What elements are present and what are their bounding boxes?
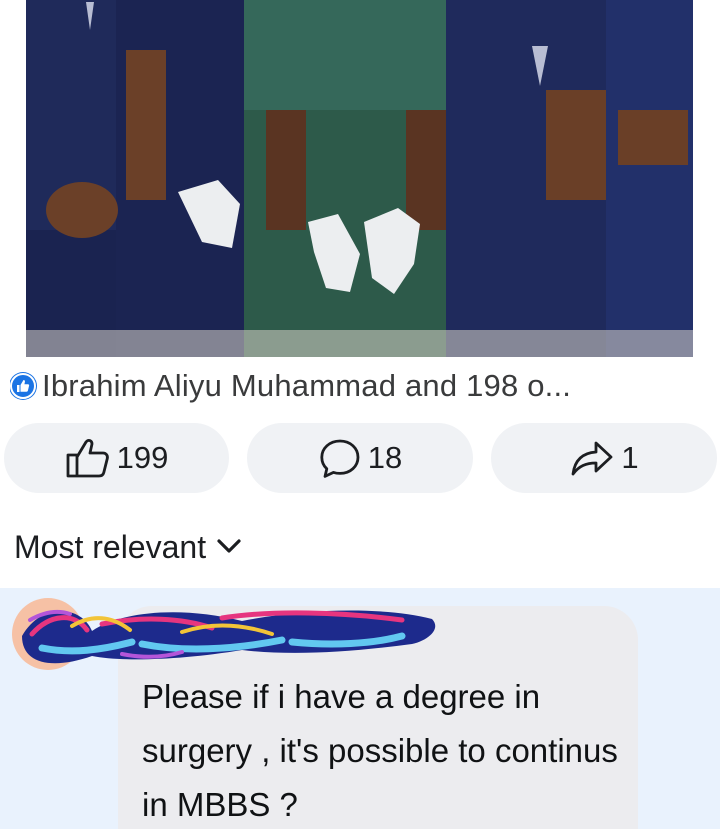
comment-bubble-icon (320, 439, 360, 478)
sort-label: Most relevant (14, 528, 207, 565)
post-photo[interactable] (26, 0, 693, 357)
reactions-summary[interactable]: Ibrahim Aliyu Muhammad and 198 o... (10, 366, 715, 406)
comment-button[interactable]: 18 (247, 423, 473, 493)
comment-text: Please if i have a degree in surgery , i… (142, 678, 618, 823)
comment-count: 18 (367, 440, 403, 475)
action-bar: 199 18 1 (0, 423, 720, 495)
share-arrow-icon (571, 441, 613, 476)
share-count: 1 (621, 440, 639, 475)
comment-item: Please if i have a degree in surgery , i… (0, 588, 720, 829)
redaction-scribble (22, 610, 436, 664)
post-photo-art (26, 0, 693, 357)
share-button[interactable]: 1 (491, 423, 717, 493)
like-badge-icon (10, 373, 36, 399)
comment-sort-dropdown[interactable]: Most relevant (14, 527, 242, 567)
chevron-down-icon (217, 539, 241, 553)
reactors-text[interactable]: Ibrahim Aliyu Muhammad and 198 o... (42, 368, 571, 404)
thumbs-up-icon (66, 439, 109, 478)
like-button[interactable]: 199 (4, 423, 229, 493)
like-count: 199 (116, 440, 169, 475)
